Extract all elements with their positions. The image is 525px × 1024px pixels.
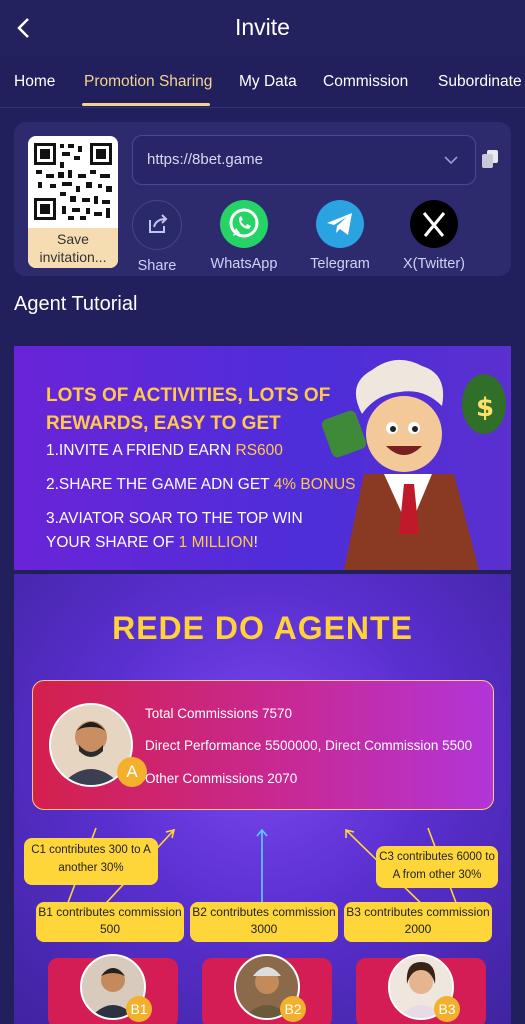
qr-code-icon: [34, 143, 112, 220]
banner-title: REDE DO AGENTE: [112, 610, 413, 646]
agent-network-banner: REDE DO AGENTE A Total Commissions 7570 …: [14, 574, 511, 1024]
banner-text: YOUR SHARE OF: [46, 534, 179, 551]
x-icon: [410, 200, 458, 248]
tab-home[interactable]: Home: [14, 73, 55, 91]
other-commissions: Other Commissions 2070: [145, 771, 298, 786]
invite-url: https://8bet.game: [147, 151, 263, 168]
banner-headline: LOTS OF ACTIVITIES, LOTS OF REWARDS, EAS…: [46, 382, 330, 438]
qr-code-panel[interactable]: Save invitation...: [28, 136, 118, 268]
share-channel-x[interactable]: X(Twitter): [394, 200, 474, 272]
banner-line: YOUR SHARE OF 1 MILLION!: [46, 534, 258, 552]
b3-badge: B3: [434, 996, 460, 1022]
banner-highlight: 1 MILLION: [178, 534, 254, 551]
section-heading: Agent Tutorial: [14, 293, 138, 315]
chevron-down-icon: [444, 156, 458, 165]
tab-promotion-sharing[interactable]: Promotion Sharing: [84, 73, 212, 91]
b2-contribution: B2 contributes commission 3000: [190, 902, 338, 942]
tab-commission[interactable]: Commission: [323, 73, 408, 91]
share-channel-label: Telegram: [310, 256, 370, 272]
save-invitation-button[interactable]: Save invitation...: [28, 228, 118, 268]
subordinate-card-b3: B3: [356, 954, 486, 1024]
b2-badge: B2: [280, 996, 306, 1022]
invite-url-select[interactable]: https://8bet.game: [132, 135, 476, 185]
banner-text: 1.INVITE A FRIEND EARN: [46, 442, 236, 459]
total-commissions: Total Commissions 7570: [145, 706, 293, 721]
banner-headline-line: REWARDS, EASY TO GET: [46, 413, 281, 434]
b1-contribution: B1 contributes commission 500: [36, 902, 184, 942]
b3-contribution: B3 contributes commission 2000: [344, 902, 492, 942]
active-tab-indicator: [82, 103, 210, 106]
banner-line: 1.INVITE A FRIEND EARN RS600: [46, 442, 283, 460]
telegram-icon: [316, 200, 364, 248]
share-icon: [132, 200, 182, 250]
subordinate-card-b2: B2: [202, 954, 332, 1024]
tab-my-data[interactable]: My Data: [239, 73, 297, 91]
subordinate-card-b1: B1: [48, 954, 178, 1024]
share-channel-label: X(Twitter): [402, 256, 466, 272]
share-card: Save invitation... https://8bet.game Sha…: [14, 122, 511, 276]
share-channel-whatsapp[interactable]: WhatsApp: [204, 200, 284, 272]
agent-summary-box: A Total Commissions 7570 Direct Performa…: [32, 680, 494, 810]
direct-performance: Direct Performance 5500000, Direct Commi…: [145, 738, 473, 753]
mascot-illustration: $: [321, 359, 506, 570]
copy-icon[interactable]: [482, 150, 498, 168]
share-channel-label: WhatsApp: [210, 256, 278, 272]
b1-badge: B1: [126, 996, 152, 1022]
share-channel-telegram[interactable]: Telegram: [300, 200, 380, 272]
c3-contribution-note: C3 contributes 6000 to A from other 30%: [376, 846, 498, 888]
share-channel-label: Share: [137, 258, 177, 274]
banner-line: 3.AVIATOR SOAR TO THE TOP WIN: [46, 510, 303, 527]
whatsapp-icon: [220, 200, 268, 248]
tab-subordinate[interactable]: Subordinate: [438, 73, 522, 91]
c1-contribution-note: C1 contributes 300 to A another 30%: [24, 838, 158, 885]
svg-text:$: $: [476, 393, 494, 423]
share-channel-share[interactable]: Share: [117, 200, 197, 274]
banner-headline-line: LOTS OF ACTIVITIES, LOTS OF: [46, 385, 331, 406]
agent-badge: A: [117, 757, 147, 787]
promo-banner: LOTS OF ACTIVITIES, LOTS OF REWARDS, EAS…: [14, 346, 511, 570]
tab-bar: Home Promotion Sharing My Data Commissio…: [0, 57, 525, 108]
page-title: Invite: [235, 14, 290, 40]
banner-highlight: RS600: [235, 442, 283, 459]
banner-text: 2.SHARE THE GAME ADN GET: [46, 476, 274, 493]
banner-text: !: [253, 534, 258, 551]
top-bar: Invite: [0, 0, 525, 56]
